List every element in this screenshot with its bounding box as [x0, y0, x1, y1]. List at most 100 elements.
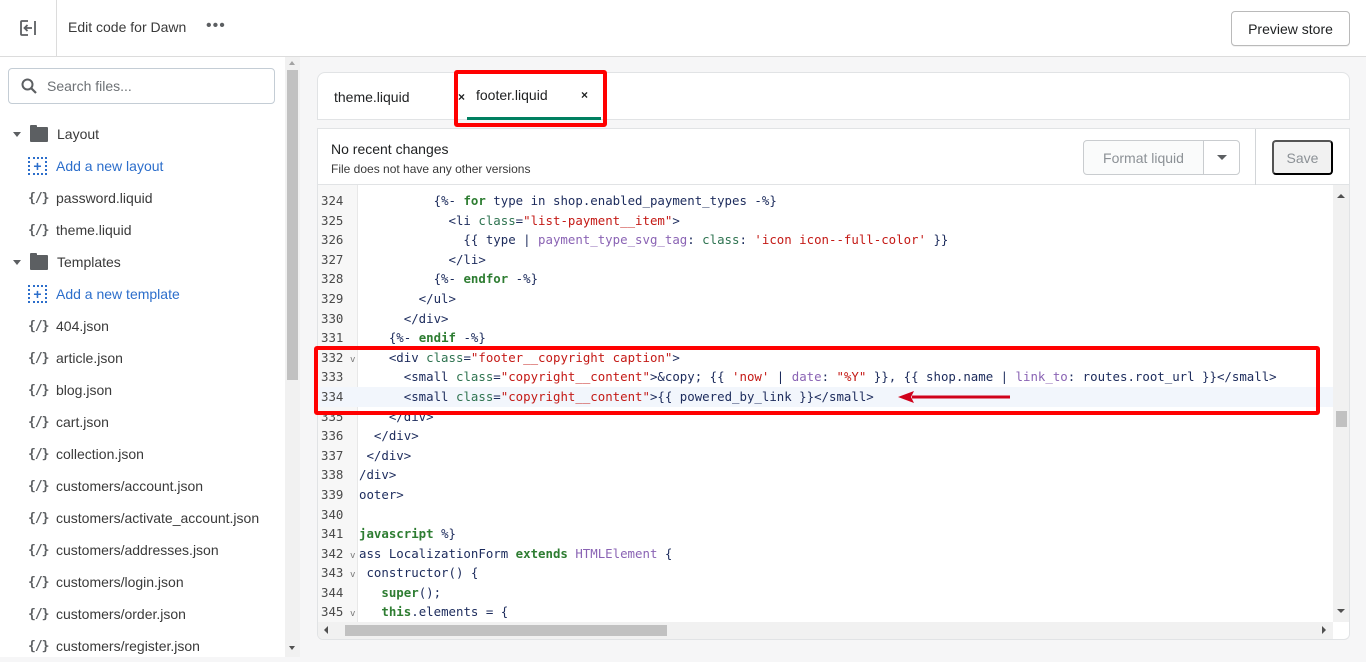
scrollbar-thumb[interactable] — [345, 625, 667, 636]
file-item[interactable]: {/} article.json — [0, 342, 285, 374]
file-info-bar: No recent changes File does not have any… — [317, 128, 1350, 185]
scrollbar-thumb[interactable] — [1336, 411, 1347, 427]
liquid-file-icon: {/} — [28, 574, 49, 590]
tab-label: footer.liquid — [476, 87, 548, 103]
add-new-templates-link[interactable]: + Add a new template — [0, 278, 285, 310]
line-number: 333 — [321, 369, 344, 385]
close-tab-icon[interactable]: × — [581, 88, 588, 102]
file-item[interactable]: {/} customers/register.json — [0, 630, 285, 662]
code-line[interactable]: 331 {%- endif -%} — [318, 328, 1333, 348]
search-input[interactable] — [47, 78, 247, 94]
code-text: {{ type | payment_type_svg_tag: class: '… — [359, 232, 949, 248]
code-line[interactable]: 340 — [318, 505, 1333, 525]
file-sidebar: Layout + Add a new layout {/} password.liqui… — [0, 57, 300, 657]
scrollbar-thumb[interactable] — [287, 70, 298, 380]
line-number: 329 — [321, 290, 344, 306]
line-number: 338 — [321, 467, 344, 483]
file-item[interactable]: {/} cart.json — [0, 406, 285, 438]
format-options-dropdown[interactable] — [1204, 141, 1239, 174]
preview-store-button[interactable]: Preview store — [1231, 11, 1350, 46]
file-item[interactable]: {/} collection.json — [0, 438, 285, 470]
code-line[interactable]: 343 v constructor() { — [318, 563, 1333, 583]
file-item[interactable]: {/} theme.liquid — [0, 214, 285, 246]
scroll-left-arrow-icon[interactable] — [324, 626, 328, 634]
code-line[interactable]: 344 super(); — [318, 583, 1333, 603]
code-text: <li class="list-payment__item"> — [359, 212, 680, 228]
scroll-up-arrow-icon[interactable] — [289, 61, 295, 65]
exit-editor-button[interactable] — [0, 0, 57, 56]
code-line[interactable]: 338/div> — [318, 465, 1333, 485]
scroll-right-arrow-icon[interactable] — [1322, 626, 1326, 634]
folder-icon — [30, 124, 48, 142]
line-number: 327 — [321, 251, 344, 267]
close-tab-icon[interactable]: × — [458, 90, 465, 104]
code-line[interactable]: 337 </div> — [318, 446, 1333, 466]
add-new-layout-link[interactable]: + Add a new layout — [0, 150, 285, 182]
file-item[interactable]: {/} customers/account.json — [0, 470, 285, 502]
scroll-down-arrow-icon[interactable] — [289, 646, 295, 650]
code-line[interactable]: 335 </div> — [318, 407, 1333, 427]
format-liquid-group: Format liquid — [1083, 140, 1240, 175]
code-line[interactable]: 329 </ul> — [318, 289, 1333, 309]
code-line[interactable]: 332 v <div class="footer__copyright capti… — [318, 348, 1333, 368]
code-line[interactable]: 327 </li> — [318, 250, 1333, 270]
scroll-up-arrow-icon[interactable] — [1337, 194, 1345, 198]
sidebar-scrollbar[interactable] — [285, 57, 300, 657]
code-line[interactable]: 326 {{ type | payment_type_svg_tag: clas… — [318, 230, 1333, 250]
liquid-file-icon: {/} — [28, 446, 49, 462]
code-line[interactable]: 345 v this.elements = { — [318, 602, 1333, 622]
line-number: 339 — [321, 486, 344, 502]
code-line[interactable]: 330 </div> — [318, 309, 1333, 329]
liquid-file-icon: {/} — [28, 606, 49, 622]
tab-theme-liquid[interactable]: theme.liquid × — [334, 73, 465, 120]
code-line[interactable]: 341 javascript %} — [318, 524, 1333, 544]
code-text: </div> — [359, 408, 434, 424]
liquid-file-icon: {/} — [28, 222, 49, 238]
tab-footer-liquid[interactable]: footer.liquid × — [467, 73, 601, 120]
editor-vertical-scrollbar[interactable] — [1333, 185, 1349, 622]
file-item[interactable]: {/} password.liquid — [0, 182, 285, 214]
caret-down-icon — [13, 259, 21, 265]
file-name: cart.json — [56, 414, 109, 430]
line-number: 336 — [321, 428, 344, 444]
more-actions-button[interactable]: ••• — [206, 17, 226, 35]
file-item[interactable]: {/} customers/login.json — [0, 566, 285, 598]
code-line[interactable]: 325 <li class="list-payment__item"> — [318, 211, 1333, 231]
file-name: customers/account.json — [56, 478, 204, 494]
scroll-down-arrow-icon[interactable] — [1337, 609, 1345, 613]
format-liquid-button[interactable]: Format liquid — [1084, 141, 1204, 174]
add-label: Add a new layout — [56, 158, 164, 174]
divider — [1255, 129, 1256, 185]
file-item[interactable]: {/} customers/addresses.json — [0, 534, 285, 566]
save-button[interactable]: Save — [1272, 140, 1333, 175]
search-files[interactable] — [8, 68, 275, 104]
editor-horizontal-scrollbar[interactable] — [318, 622, 1333, 639]
line-number: 344 — [321, 584, 344, 600]
file-item[interactable]: {/} 404.json — [0, 310, 285, 342]
code-lines[interactable]: 324 {%- for type in shop.enabled_payment… — [318, 191, 1333, 622]
code-line[interactable]: 333 <small class="copyright__content">&c… — [318, 367, 1333, 387]
folder-templates[interactable]: Templates — [0, 246, 285, 278]
code-editor[interactable]: 324 {%- for type in shop.enabled_payment… — [317, 185, 1350, 640]
file-item[interactable]: {/} customers/activate_account.json — [0, 502, 285, 534]
exit-icon — [20, 20, 36, 36]
code-line[interactable]: 328 {%- endfor -%} — [318, 269, 1333, 289]
liquid-file-icon: {/} — [28, 318, 49, 334]
code-line[interactable]: 342 v ass LocalizationForm extends HTMLEle… — [318, 544, 1333, 564]
code-line[interactable]: 336 </div> — [318, 426, 1333, 446]
liquid-file-icon: {/} — [28, 478, 49, 494]
folder-icon — [30, 252, 48, 270]
folder-layout[interactable]: Layout — [0, 118, 285, 150]
line-number: 341 — [321, 526, 344, 542]
code-text: ooter> — [359, 486, 404, 502]
line-number: 325 — [321, 212, 344, 228]
file-item[interactable]: {/} blog.json — [0, 374, 285, 406]
code-line[interactable]: 324 {%- for type in shop.enabled_payment… — [318, 191, 1333, 211]
file-item[interactable]: {/} customers/order.json — [0, 598, 285, 630]
folder-label: Templates — [57, 254, 121, 270]
code-text: <small class="copyright__content">{{ pow… — [359, 388, 874, 404]
code-line[interactable]: 334 <small class="copyright__content">{{… — [318, 386, 1333, 407]
line-number: 342 — [321, 545, 344, 561]
code-line[interactable]: 339 ooter> — [318, 485, 1333, 505]
code-text: /div> — [359, 467, 397, 483]
